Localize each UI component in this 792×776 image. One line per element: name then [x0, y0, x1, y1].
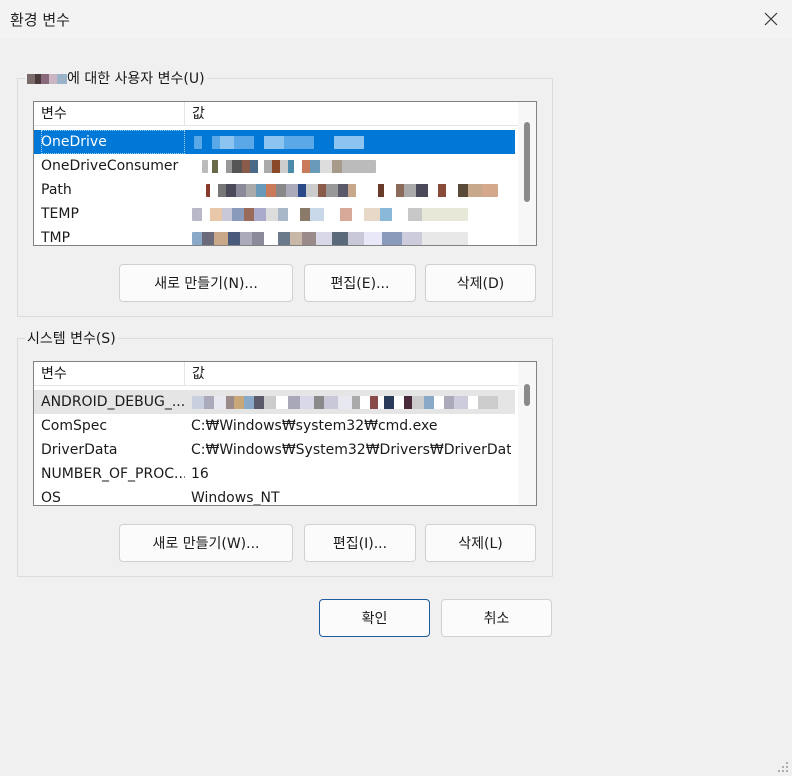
- redacted-value: [192, 396, 498, 409]
- var-name: OS: [41, 490, 61, 506]
- user-variables-list[interactable]: 변수 값 OneDrive OneDriveConsumer Path TEMP…: [33, 101, 537, 246]
- var-value: Windows_NT: [191, 490, 280, 506]
- system-var-row-os[interactable]: OS Windows_NT: [34, 486, 515, 506]
- var-name: DriverData: [41, 442, 118, 458]
- user-var-row-temp[interactable]: TEMP: [34, 202, 515, 226]
- var-name: Path: [41, 182, 72, 198]
- user-var-row-onedriveconsumer[interactable]: OneDriveConsumer: [34, 154, 515, 178]
- system-edit-button[interactable]: 편집(I)...: [304, 524, 416, 562]
- close-icon: [764, 12, 778, 26]
- window-title: 환경 변수: [10, 11, 70, 29]
- user-var-row-path[interactable]: Path: [34, 178, 515, 202]
- redacted-value: [192, 208, 468, 221]
- var-value: C:₩Windows₩system32₩cmd.exe: [191, 418, 438, 434]
- var-name: OneDrive: [41, 130, 185, 154]
- var-value: C:₩Windows₩System32₩Drivers₩DriverData: [191, 442, 511, 458]
- var-value: 16: [191, 466, 209, 482]
- var-name: ANDROID_DEBUG_...: [41, 394, 185, 410]
- ok-button[interactable]: 확인: [319, 599, 430, 637]
- redacted-value: [194, 136, 374, 149]
- user-new-button[interactable]: 새로 만들기(N)...: [119, 264, 293, 302]
- resize-grip-icon[interactable]: [777, 761, 789, 773]
- user-list-header: 변수 값: [34, 102, 536, 126]
- column-header-value[interactable]: 값: [185, 102, 515, 126]
- close-button[interactable]: [756, 4, 786, 34]
- system-variables-list[interactable]: 변수 값 ANDROID_DEBUG_... ComSpec C:₩Window…: [33, 361, 537, 506]
- system-variables-legend: 시스템 변수(S): [25, 328, 118, 348]
- redacted-value: [192, 232, 468, 245]
- system-var-row-android-debug[interactable]: ANDROID_DEBUG_...: [34, 390, 515, 414]
- user-variables-legend: 에 대한 사용자 변수(U): [25, 68, 207, 88]
- system-list-scrollbar[interactable]: [518, 362, 536, 505]
- column-header-name[interactable]: 변수: [34, 102, 185, 126]
- title-bar: 환경 변수: [0, 0, 792, 38]
- redacted-value: [202, 160, 376, 173]
- user-delete-button[interactable]: 삭제(D): [425, 264, 536, 302]
- var-name: TMP: [41, 230, 71, 246]
- user-var-row-tmp[interactable]: TMP: [34, 226, 515, 246]
- username-redacted: [27, 74, 67, 84]
- redacted-value: [206, 184, 498, 197]
- user-list-scrollbar[interactable]: [518, 102, 536, 245]
- scrollbar-thumb[interactable]: [524, 122, 530, 202]
- var-name: TEMP: [41, 206, 79, 222]
- system-list-header: 변수 값: [34, 362, 536, 386]
- cancel-button[interactable]: 취소: [441, 599, 552, 637]
- var-name: NUMBER_OF_PROC...: [41, 466, 185, 482]
- var-name: OneDriveConsumer: [41, 158, 179, 174]
- column-header-value[interactable]: 값: [185, 362, 515, 386]
- system-var-row-number-of-processors[interactable]: NUMBER_OF_PROC... 16: [34, 462, 515, 486]
- var-name: ComSpec: [41, 418, 108, 434]
- column-header-name[interactable]: 변수: [34, 362, 185, 386]
- environment-variables-dialog: 에 대한 사용자 변수(U) 변수 값 OneDrive OneDriveCon…: [1, 38, 791, 775]
- system-delete-button[interactable]: 삭제(L): [425, 524, 536, 562]
- system-new-button[interactable]: 새로 만들기(W)...: [119, 524, 293, 562]
- user-var-row-onedrive[interactable]: OneDrive: [34, 130, 515, 154]
- scrollbar-thumb[interactable]: [524, 384, 530, 406]
- user-edit-button[interactable]: 편집(E)...: [304, 264, 416, 302]
- system-var-row-comspec[interactable]: ComSpec C:₩Windows₩system32₩cmd.exe: [34, 414, 515, 438]
- system-var-row-driverdata[interactable]: DriverData C:₩Windows₩System32₩Drivers₩D…: [34, 438, 515, 462]
